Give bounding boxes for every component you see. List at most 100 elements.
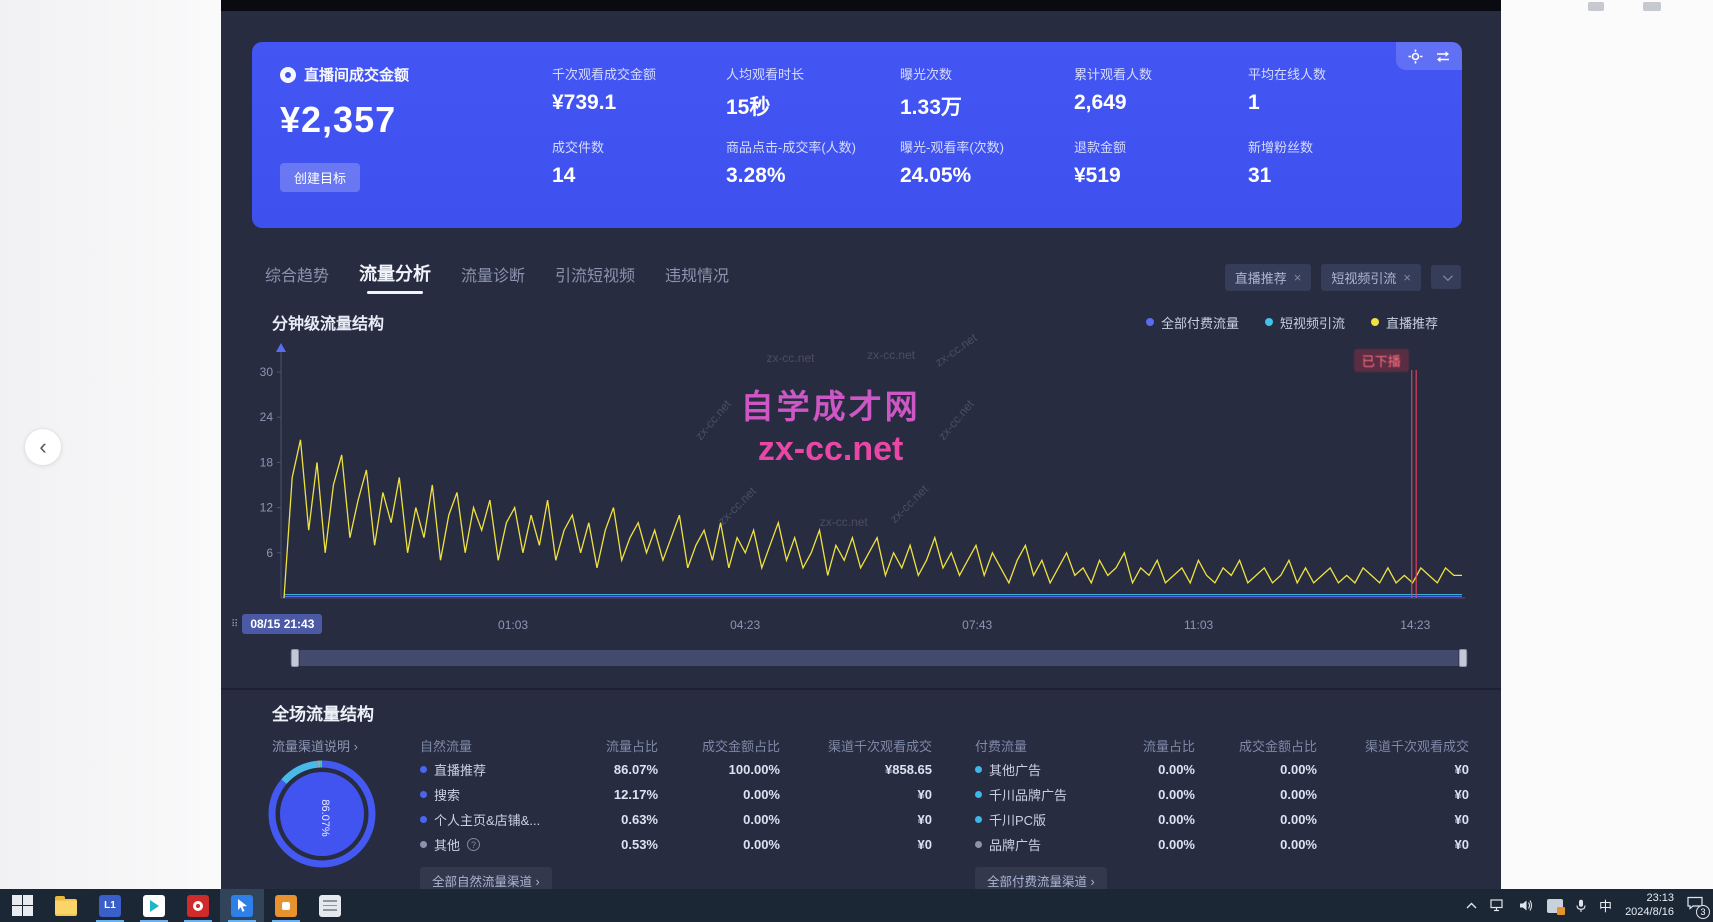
flow-donut-chart[interactable]: 86.07% — [266, 758, 378, 870]
table-header-row: 付费流量流量占比成交金额占比渠道千次观看成交 — [975, 733, 1469, 757]
filter-more-dropdown[interactable] — [1431, 265, 1461, 289]
windows-logo-icon — [12, 895, 33, 916]
scrollbar-handle-right[interactable] — [1459, 649, 1467, 667]
row-label-cell: 品牌广告 — [975, 835, 1105, 854]
metric-label: 千次观看成交金额 — [552, 64, 726, 83]
close-icon[interactable]: × — [1403, 270, 1411, 285]
filter-tag[interactable]: 短视频引流× — [1321, 264, 1421, 291]
notification-center-icon[interactable]: 3 — [1687, 896, 1703, 915]
scrollbar-handle-left[interactable] — [291, 649, 299, 667]
row-label: 搜索 — [434, 785, 460, 804]
legend-label: 短视频引流 — [1280, 313, 1345, 332]
player-back-button[interactable]: ‹ — [24, 428, 62, 466]
tab-违规情况[interactable]: 违规情况 — [665, 262, 729, 294]
windows-taskbar: L1 中 — [0, 889, 1713, 922]
legend-item-全部付费流量[interactable]: 全部付费流量 — [1146, 313, 1239, 332]
row-value: 0.00% — [1105, 762, 1195, 777]
legend-item-直播推荐[interactable]: 直播推荐 — [1371, 313, 1438, 332]
chevron-left-icon: ‹ — [39, 434, 46, 460]
taskbar-file-explorer[interactable] — [44, 889, 88, 922]
close-icon[interactable]: × — [1294, 270, 1302, 285]
row-value: 0.00% — [1195, 812, 1317, 827]
tray-chevron-up-icon[interactable] — [1466, 902, 1477, 909]
tab-流量诊断[interactable]: 流量诊断 — [461, 262, 525, 294]
row-value: ¥858.65 — [780, 762, 932, 777]
chart-canvas[interactable]: 612182430 — [245, 340, 1465, 610]
drag-grip-icon: ⠿ — [231, 619, 238, 630]
row-value: 0.00% — [1105, 812, 1195, 827]
taskbar-app-browser[interactable] — [220, 889, 264, 922]
volume-icon[interactable] — [1519, 899, 1534, 912]
all-natural-channels-link[interactable]: 全部自然流量渠道 › — [420, 867, 552, 889]
legend-dot-icon — [1146, 318, 1154, 326]
player-control-icon[interactable] — [1643, 2, 1661, 11]
x-tick-label: 14:23 — [1400, 618, 1430, 632]
channel-dot-icon — [420, 816, 427, 823]
taskbar-app-meeting[interactable] — [132, 889, 176, 922]
row-value: 0.00% — [1195, 762, 1317, 777]
x-axis-start-badge[interactable]: ⠿ 08/15 21:43 — [231, 614, 322, 634]
tray-app-badge-icon[interactable] — [1547, 899, 1563, 913]
banner-corner-tools — [1396, 42, 1462, 70]
video-margin-right — [1501, 0, 1713, 889]
x-tick-label: 07:43 — [962, 618, 992, 632]
info-icon[interactable]: ? — [467, 838, 480, 851]
channel-dot-icon — [975, 841, 982, 848]
swap-icon[interactable] — [1435, 50, 1451, 63]
legend-item-短视频引流[interactable]: 短视频引流 — [1265, 313, 1345, 332]
create-goal-button[interactable]: 创建目标 — [280, 163, 360, 192]
metric-label: 人均观看时长 — [726, 64, 900, 83]
metric-value: ¥519 — [1074, 164, 1248, 188]
start-button[interactable] — [0, 889, 44, 922]
kpi-metric: 平均在线人数1 — [1248, 64, 1422, 121]
tab-引流短视频[interactable]: 引流短视频 — [555, 262, 635, 294]
metric-value: 31 — [1248, 164, 1422, 188]
kpi-metric: 曝光次数1.33万 — [900, 64, 1074, 121]
teal-app-icon — [143, 895, 165, 917]
row-value: 0.53% — [568, 837, 658, 852]
metric-label: 商品点击-成交率(人数) — [726, 137, 900, 156]
chart-title: 分钟级流量结构 — [272, 310, 384, 334]
taskbar-clock[interactable]: 23:13 2024/8/16 — [1625, 892, 1674, 920]
table-row: 品牌广告0.00%0.00%¥0 — [975, 832, 1469, 857]
window-top-strip — [221, 0, 1501, 11]
filter-tag[interactable]: 直播推荐× — [1225, 264, 1312, 291]
network-icon[interactable] — [1490, 899, 1506, 912]
microphone-icon[interactable] — [1576, 899, 1586, 913]
all-paid-channels-link[interactable]: 全部付费流量渠道 › — [975, 867, 1107, 889]
taskbar-app-recorder[interactable] — [176, 889, 220, 922]
ime-indicator[interactable]: 中 — [1599, 896, 1612, 915]
x-tick-label: 11:03 — [1184, 618, 1213, 632]
svg-text:24: 24 — [260, 410, 274, 424]
row-value: 0.00% — [658, 812, 780, 827]
taskbar-app-orange[interactable] — [264, 889, 308, 922]
channel-dot-icon — [975, 766, 982, 773]
row-label: 其他广告 — [989, 760, 1041, 779]
x-tick-label: 04:23 — [730, 618, 760, 632]
tab-流量分析[interactable]: 流量分析 — [359, 260, 431, 294]
kpi-metric: 成交件数14 — [552, 137, 726, 194]
table-row: 直播推荐86.07%100.00%¥858.65 — [420, 757, 932, 782]
legend-label: 直播推荐 — [1386, 313, 1438, 332]
offair-marker-badge: 已下播 — [1354, 349, 1409, 372]
channel-explain-link[interactable]: 流量渠道说明 › — [272, 736, 358, 755]
tab-综合趋势[interactable]: 综合趋势 — [265, 262, 329, 294]
cursor-app-icon — [231, 895, 253, 917]
chart-range-scrollbar[interactable] — [290, 650, 1468, 666]
record-ring-icon — [187, 895, 209, 917]
section-divider — [221, 688, 1501, 690]
player-control-icon[interactable] — [1588, 2, 1604, 11]
dashboard-window: 直播间成交金额 ¥2,357 创建目标 千次观看成交金额¥739.1人均观看时长… — [221, 0, 1501, 889]
taskbar-app-l1[interactable]: L1 — [88, 889, 132, 922]
row-value: ¥0 — [780, 837, 932, 852]
column-header: 自然流量 — [420, 736, 568, 755]
channel-dot-icon — [420, 766, 427, 773]
svg-text:18: 18 — [260, 455, 274, 469]
gear-icon[interactable] — [1408, 49, 1423, 64]
natural-flow-table: 自然流量流量占比成交金额占比渠道千次观看成交直播推荐86.07%100.00%¥… — [420, 733, 932, 889]
row-value: 0.00% — [658, 837, 780, 852]
taskbar-notepad[interactable] — [308, 889, 352, 922]
x-tick-label: 01:03 — [498, 618, 528, 632]
clock-time: 23:13 — [1625, 892, 1674, 906]
metric-label: 曝光-观看率(次数) — [900, 137, 1074, 156]
